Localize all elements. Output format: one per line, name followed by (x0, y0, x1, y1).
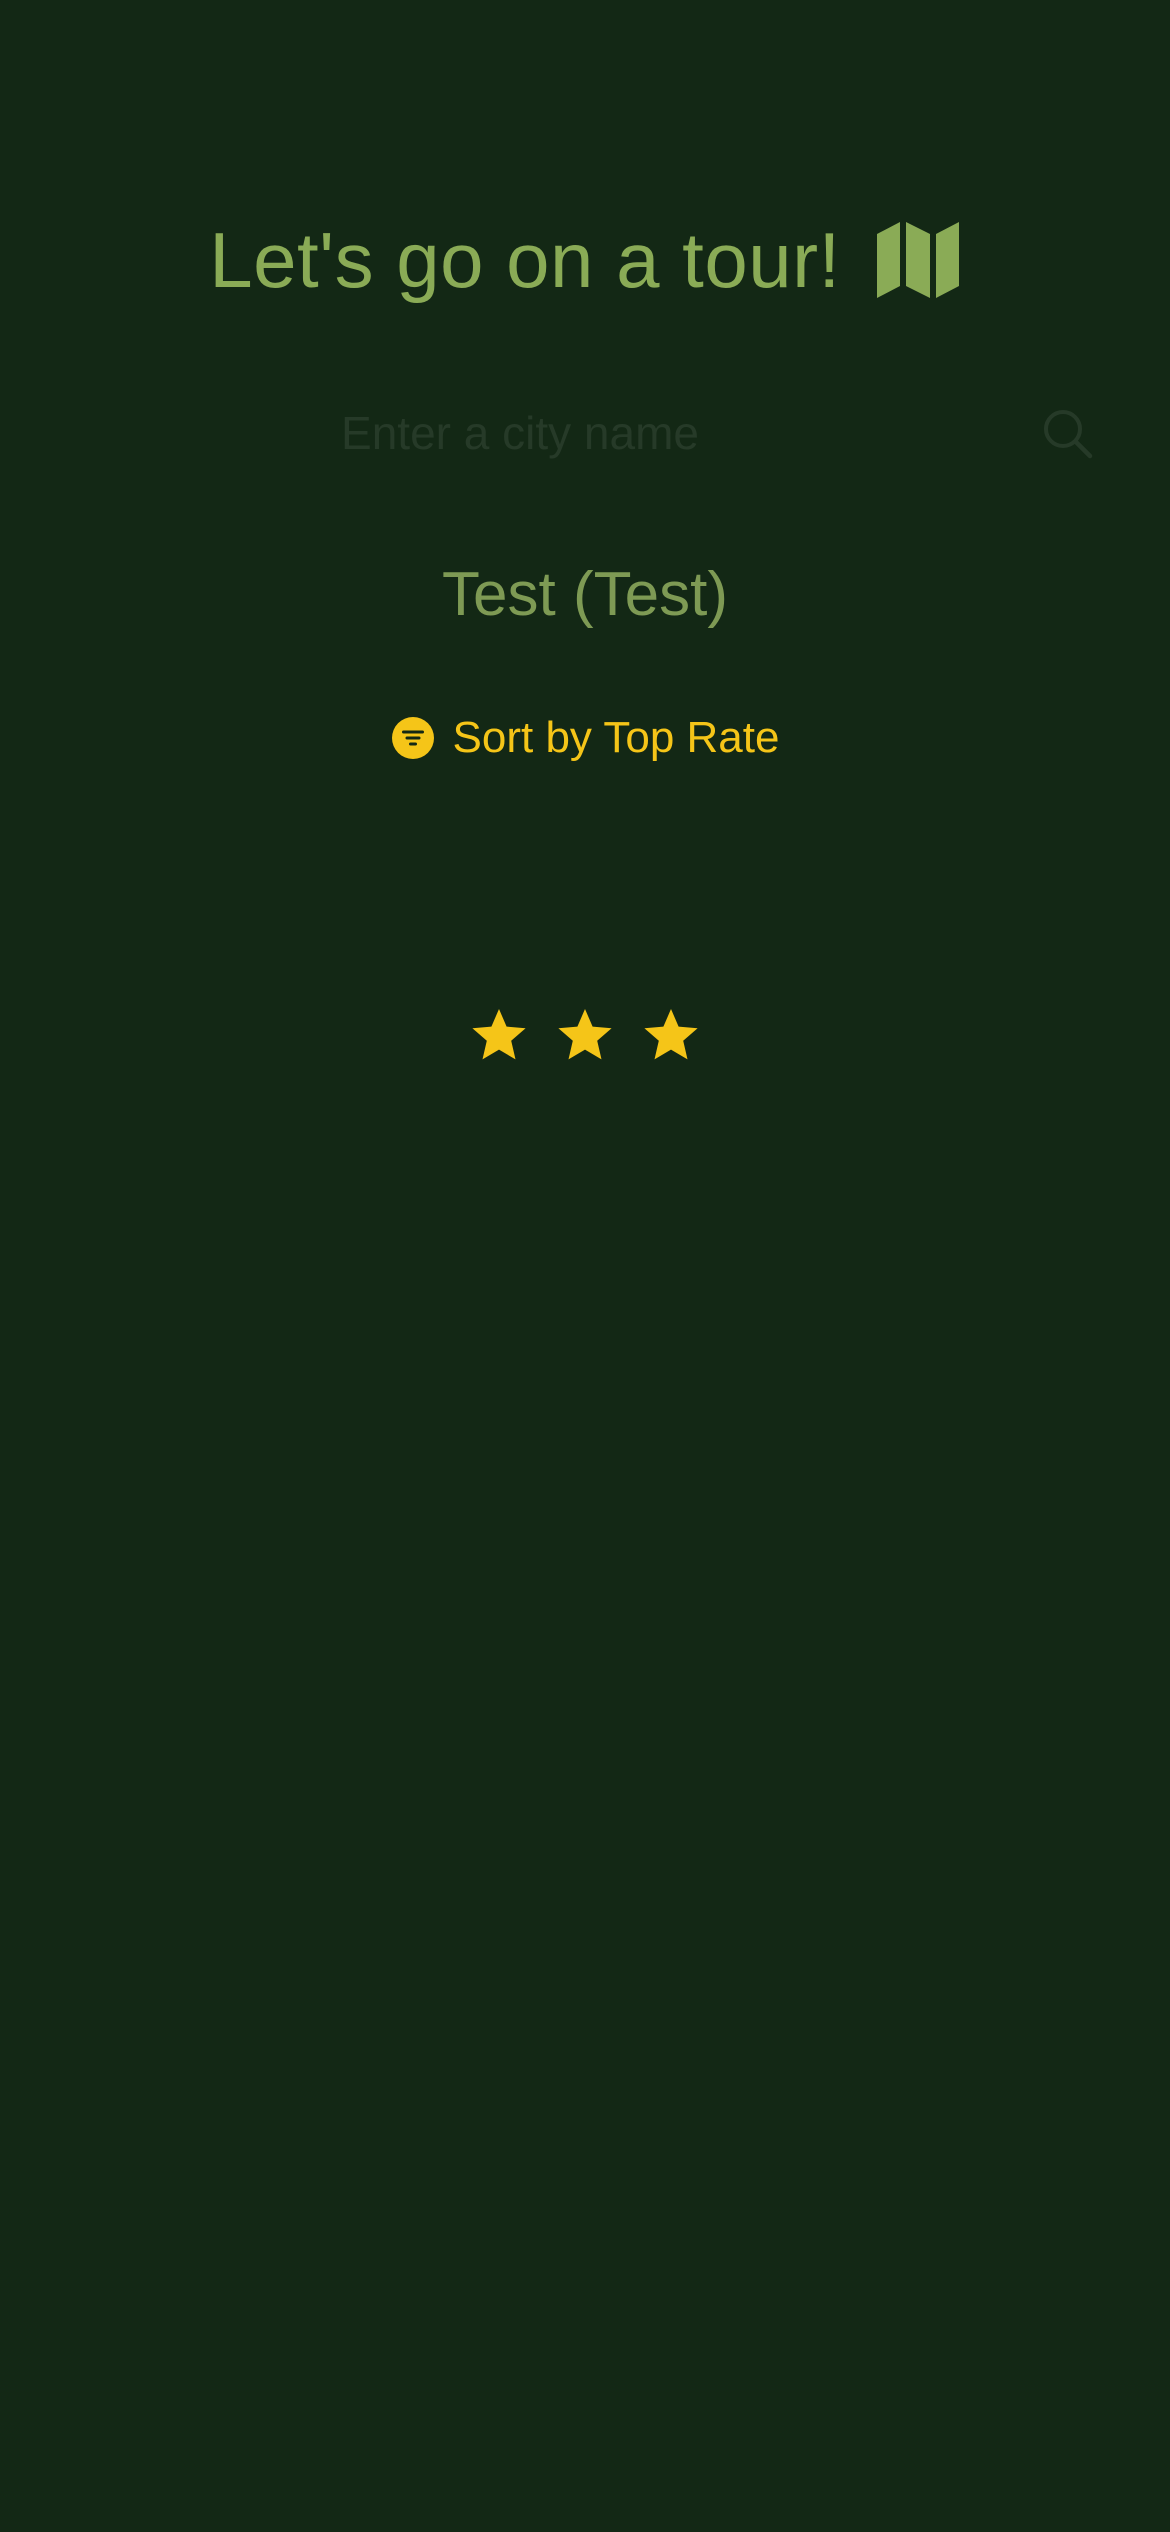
sort-button-label: Sort by Top Rate (452, 713, 780, 762)
search-icon[interactable] (1040, 406, 1096, 462)
star-icon (471, 1007, 527, 1063)
sort-by-top-rate-button[interactable]: Sort by Top Rate (0, 705, 1170, 771)
star-icon (643, 1007, 699, 1063)
search-bar (0, 390, 1170, 476)
filter-icon (391, 716, 435, 760)
header: Let's go on a tour! (0, 205, 1170, 315)
city-search-input[interactable] (300, 390, 740, 476)
city-name: Test (Test) (442, 560, 728, 629)
star-icon (557, 1007, 613, 1063)
star-rating (0, 1000, 1170, 1070)
map-icon (875, 220, 961, 300)
page-title: Let's go on a tour! (209, 216, 841, 304)
app-screen: Let's go on a tour! Test (Test) (0, 0, 1170, 2532)
